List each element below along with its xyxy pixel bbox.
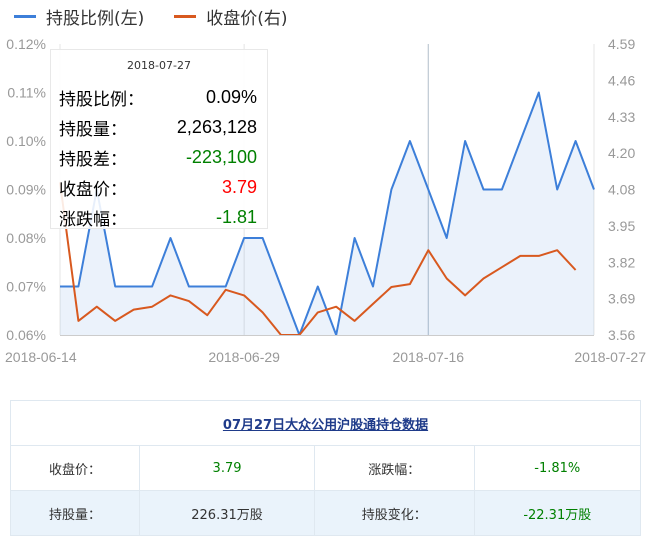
table-cell-value: 226.31万股 <box>140 491 315 536</box>
table-cell-label: 收盘价： <box>11 446 140 491</box>
y-left-tick-label: 0.07% <box>6 279 46 295</box>
tooltip-label: 持股比例： <box>59 85 144 110</box>
legend-label-close-price: 收盘价(右) <box>206 4 287 29</box>
table-row: 持股量： 226.31万股 持股变化： -22.31万股 <box>11 491 641 536</box>
table-cell-label: 持股量： <box>11 491 140 536</box>
y-left-tick-label: 0.12% <box>6 36 46 52</box>
tooltip-value: 3.79 <box>222 177 257 198</box>
tooltip-label: 涨跌幅： <box>59 205 127 230</box>
tooltip-date: 2018-07-27 <box>51 59 267 72</box>
tooltip-value: 0.09% <box>206 87 257 108</box>
y-right-tick-label: 4.46 <box>608 72 635 88</box>
y-left-tick-label: 0.08% <box>6 230 46 246</box>
table-cell-label: 持股变化： <box>314 491 474 536</box>
y-right-tick-label: 4.08 <box>608 182 635 198</box>
x-tick-label: 2018-07-16 <box>392 349 464 365</box>
y-right-tick-label: 4.20 <box>608 145 635 161</box>
y-right-tick-label: 4.33 <box>608 109 635 125</box>
tooltip-row-close: 收盘价： 3.79 <box>51 172 267 202</box>
legend-swatch-blue <box>14 15 36 18</box>
tooltip-label: 持股差： <box>59 145 127 170</box>
tooltip-value: 2,263,128 <box>177 117 257 138</box>
table-cell-label: 涨跌幅： <box>314 446 474 491</box>
table-cell-value: 3.79 <box>140 446 315 491</box>
holding-data-table: 07月27日大众公用沪股通持仓数据 收盘价： 3.79 涨跌幅： -1.81% … <box>10 400 641 536</box>
chart-legend: 持股比例(左) 收盘价(右) <box>14 4 318 29</box>
y-right-tick-label: 3.82 <box>608 254 635 270</box>
y-right-tick-label: 3.56 <box>608 327 635 343</box>
table-cell-value: -1.81% <box>474 446 640 491</box>
y-left-tick-label: 0.06% <box>6 327 46 343</box>
table-title-link[interactable]: 07月27日大众公用沪股通持仓数据 <box>223 418 428 433</box>
legend-label-holding-ratio: 持股比例(左) <box>46 4 144 29</box>
tooltip-row-volume: 持股量： 2,263,128 <box>51 112 267 142</box>
legend-item-close-price[interactable]: 收盘价(右) <box>174 4 287 29</box>
legend-swatch-orange <box>174 15 196 18</box>
tooltip-row-change: 涨跌幅： -1.81 <box>51 202 267 232</box>
chart-tooltip: 2018-07-27 持股比例： 0.09% 持股量： 2,263,128 持股… <box>50 49 268 229</box>
x-tick-label: 2018-06-14 <box>5 349 77 365</box>
table-title-cell: 07月27日大众公用沪股通持仓数据 <box>11 401 641 446</box>
tooltip-row-diff: 持股差： -223,100 <box>51 142 267 172</box>
tooltip-value: -1.81 <box>216 207 257 228</box>
y-left-tick-label: 0.09% <box>6 182 46 198</box>
x-tick-label: 2018-06-29 <box>208 349 280 365</box>
y-left-tick-label: 0.11% <box>7 85 46 101</box>
x-tick-label: 2018-07-27 <box>574 349 646 365</box>
tooltip-value: -223,100 <box>186 147 257 168</box>
y-left-tick-label: 0.10% <box>6 133 46 149</box>
y-right-tick-label: 3.95 <box>608 218 635 234</box>
tooltip-label: 持股量： <box>59 115 127 140</box>
legend-item-holding-ratio[interactable]: 持股比例(左) <box>14 4 144 29</box>
y-right-tick-label: 3.69 <box>608 291 635 307</box>
table-row: 收盘价： 3.79 涨跌幅： -1.81% <box>11 446 641 491</box>
tooltip-row-ratio: 持股比例： 0.09% <box>51 82 267 112</box>
y-right-tick-label: 4.59 <box>608 36 635 52</box>
table-cell-value: -22.31万股 <box>474 491 640 536</box>
tooltip-label: 收盘价： <box>59 175 127 200</box>
